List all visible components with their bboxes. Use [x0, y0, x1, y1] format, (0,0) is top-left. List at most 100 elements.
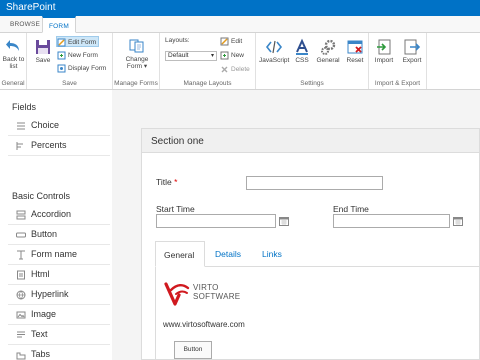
back-label-line1: Back to	[2, 56, 25, 63]
change-form-line1: Change	[125, 56, 149, 63]
edit-layout-button[interactable]: Edit	[220, 36, 242, 47]
accordion-icon	[16, 210, 26, 220]
start-time-label: Start Time	[156, 204, 195, 214]
toolbox-item-label: Choice	[31, 120, 60, 130]
toolbox-item-accordion[interactable]: Accordion	[8, 205, 110, 225]
layouts-label: Layouts:	[165, 37, 190, 44]
toolbox-item-percents[interactable]: Percents	[8, 136, 110, 156]
start-time-input[interactable]	[156, 214, 276, 228]
toolbox-item-label: Form name	[31, 249, 78, 259]
choice-icon	[17, 122, 25, 130]
ribbon-group-manage-layouts: Layouts: Default ▾ Edit New Delete Manag…	[160, 33, 256, 89]
ribbon-group-settings: JavaScript CSS General Reset Settings	[256, 33, 369, 89]
layout-select-value: Default	[168, 52, 189, 59]
reset-label: Reset	[346, 57, 364, 64]
section-header[interactable]: Section one	[141, 128, 480, 153]
logo-line1: VIRTO	[193, 283, 219, 292]
form-button[interactable]: Button	[174, 341, 212, 359]
end-time-input[interactable]	[333, 214, 450, 228]
import-label: Import	[374, 57, 394, 64]
text-icon	[17, 331, 25, 338]
general-settings-button[interactable]: General	[315, 38, 341, 64]
edit-form-button[interactable]: Edit Form	[56, 36, 100, 47]
group-name-general: General	[1, 80, 25, 87]
edit-layout-icon	[220, 37, 229, 46]
end-time-label: End Time	[333, 204, 369, 214]
image-icon	[16, 311, 26, 319]
export-button[interactable]: Export	[400, 38, 424, 64]
back-label-line2: list	[9, 63, 18, 70]
ribbon-tabs: BROWSE FORM	[0, 16, 480, 33]
group-name-manage-forms: Manage Forms	[114, 80, 158, 87]
back-to-list-button[interactable]: Back to list	[2, 37, 25, 70]
javascript-button[interactable]: JavaScript	[259, 38, 289, 64]
toolbox-item-label: Hyperlink	[31, 289, 69, 299]
calendar-icon[interactable]	[279, 216, 289, 226]
form-tabs: General Details Links	[155, 241, 480, 267]
tab-browse[interactable]: BROWSE	[4, 16, 46, 33]
layout-select[interactable]: Default ▾	[165, 51, 217, 61]
toolbox-item-label: Button	[31, 229, 58, 239]
delete-layout-button[interactable]: Delete	[220, 64, 250, 75]
tab-general[interactable]: General	[155, 241, 205, 267]
ribbon-group-general: Back to list General	[0, 33, 27, 89]
javascript-icon	[265, 40, 283, 54]
title-input[interactable]	[246, 176, 383, 190]
reset-button[interactable]: Reset	[344, 38, 366, 64]
back-arrow-icon	[5, 40, 19, 51]
new-layout-icon	[220, 51, 229, 60]
change-form-icon	[129, 39, 144, 53]
import-button[interactable]: Import	[372, 38, 396, 64]
toolbox-item-image[interactable]: Image	[8, 305, 110, 325]
fields-title: Fields	[12, 102, 37, 112]
reset-icon	[347, 40, 363, 54]
general-settings-label: General	[316, 57, 340, 64]
toolbox-item-button[interactable]: Button	[8, 225, 110, 245]
title-field-label: Title *	[156, 177, 177, 187]
logo-line2: SOFTWARE	[193, 292, 241, 301]
css-label: CSS	[295, 57, 309, 64]
css-button[interactable]: CSS	[292, 38, 312, 64]
change-form-line2: Form	[126, 63, 143, 70]
html-icon	[17, 270, 25, 280]
calendar-icon[interactable]	[453, 216, 463, 226]
display-form-button[interactable]: Display Form	[57, 63, 106, 74]
toolbox-item-tabs[interactable]: Tabs	[8, 345, 110, 360]
tab-links[interactable]: Links	[254, 241, 290, 267]
chevron-down-icon: ▾	[210, 53, 214, 59]
css-icon	[296, 38, 308, 55]
display-form-icon	[57, 64, 66, 73]
percents-icon	[16, 142, 23, 150]
javascript-label: JavaScript	[259, 57, 290, 64]
toolbox-item-form-name[interactable]: Form name	[8, 245, 110, 265]
toolbox-sidebar: Fields Choice Percents Basic Controls Ac…	[0, 90, 112, 360]
toolbox-item-html[interactable]: Html	[8, 265, 110, 285]
change-form-caret: ▾	[142, 63, 148, 70]
save-button[interactable]: Save	[31, 38, 55, 64]
group-name-manage-layouts: Manage Layouts	[183, 80, 232, 87]
toolbox-item-label: Image	[31, 309, 57, 319]
toolbox-item-choice[interactable]: Choice	[8, 116, 110, 136]
group-name-save: Save	[62, 80, 77, 87]
change-form-button[interactable]: Change Form ▾	[121, 37, 153, 70]
hyperlink-icon	[16, 290, 26, 300]
display-form-label: Display Form	[68, 65, 107, 72]
delete-layout-label: Delete	[231, 66, 250, 73]
new-layout-button[interactable]: New	[220, 50, 244, 61]
new-form-button[interactable]: New Form	[57, 50, 98, 61]
form-name-icon	[17, 250, 25, 260]
new-form-icon	[57, 51, 66, 60]
tab-details[interactable]: Details	[207, 241, 249, 267]
toolbox-item-text[interactable]: Text	[8, 325, 110, 345]
button-icon	[16, 232, 26, 238]
ribbon-group-import-export: Import Export Import & Export	[369, 33, 427, 89]
suite-bar: SharePoint	[0, 0, 480, 16]
toolbox-item-hyperlink[interactable]: Hyperlink	[8, 285, 110, 305]
toolbox-item-label: Html	[31, 269, 50, 279]
gear-icon	[321, 39, 336, 55]
app-title[interactable]: SharePoint	[6, 2, 55, 13]
group-name-settings: Settings	[300, 80, 324, 87]
title-label-text: Title	[156, 177, 172, 187]
tab-form[interactable]: FORM	[42, 16, 76, 33]
basic-controls-title: Basic Controls	[12, 191, 71, 201]
